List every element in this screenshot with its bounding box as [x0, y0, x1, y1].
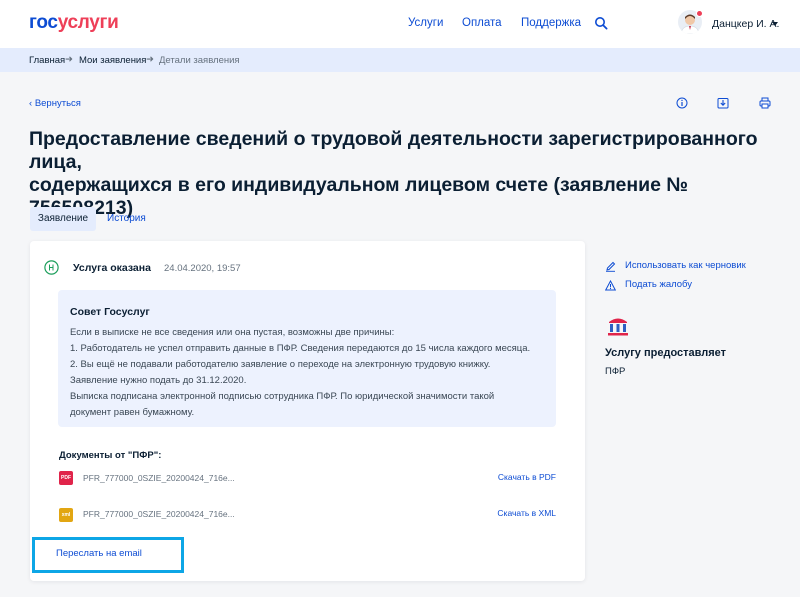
print-icon[interactable]	[759, 97, 771, 109]
advice-line: Выписка подписана электронной подписью с…	[70, 391, 495, 402]
warning-icon	[605, 280, 616, 291]
forward-email-button[interactable]: Переслать на email	[56, 548, 142, 559]
chevron-left-icon: ‹	[29, 98, 33, 109]
arrow-right-icon: ➜	[146, 54, 154, 65]
advice-line: Если в выписке не все сведения или она п…	[70, 327, 395, 338]
back-link[interactable]: ‹ Вернуться	[29, 98, 81, 109]
pencil-icon	[606, 261, 616, 272]
breadcrumb-my-applications[interactable]: Мои заявления	[79, 55, 146, 66]
user-name[interactable]: Данцкер И. А.	[712, 18, 779, 30]
download-pdf-link[interactable]: Скачать в PDF	[498, 472, 556, 482]
documents-title: Документы от "ПФР":	[59, 450, 162, 461]
advice-line: документ равен бумажному.	[70, 407, 195, 418]
document-name: PFR_777000_0SZIE_20200424_716e...	[83, 509, 235, 519]
provider-name: ПФР	[605, 366, 626, 377]
nav-payment[interactable]: Оплата	[462, 17, 502, 29]
application-card: Услуга оказана 24.04.2020, 19:57 Совет Г…	[30, 241, 585, 581]
nav-support[interactable]: Поддержка	[521, 17, 581, 29]
notification-dot	[696, 10, 703, 17]
gosuslugi-logo[interactable]: госуслуги	[29, 12, 119, 34]
pdf-file-icon: PDF	[59, 471, 73, 485]
status-label: Услуга оказана	[73, 262, 151, 274]
advice-line: 2. Вы ещё не подавали работодателю заявл…	[70, 359, 491, 370]
status-done-icon	[44, 260, 59, 275]
breadcrumb: Главная ➜ Мои заявления ➜ Детали заявлен…	[0, 48, 800, 72]
top-bar: госуслуги Услуги Оплата Поддержка Данцке…	[0, 0, 800, 48]
advice-title: Совет Госуслуг	[70, 306, 150, 318]
use-as-draft-link[interactable]: Использовать как черновик	[625, 260, 746, 271]
pfr-logo-icon	[608, 318, 628, 336]
download-xml-link[interactable]: Скачать в XML	[497, 508, 556, 518]
arrow-right-icon: ➜	[65, 54, 73, 65]
document-name: PFR_777000_0SZIE_20200424_716e...	[83, 473, 235, 483]
download-icon[interactable]	[717, 97, 729, 109]
breadcrumb-current: Детали заявления	[159, 55, 240, 66]
xml-file-icon: xml	[59, 508, 73, 522]
advice-line: 1. Работодатель не успел отправить данны…	[70, 343, 531, 354]
info-icon[interactable]	[676, 97, 688, 109]
file-complaint-link[interactable]: Подать жалобу	[625, 279, 692, 290]
advice-box: Совет Госуслуг Если в выписке не все све…	[58, 290, 556, 427]
nav-services[interactable]: Услуги	[408, 17, 443, 29]
advice-line: Заявление нужно подать до 31.12.2020.	[70, 375, 247, 386]
status-timestamp: 24.04.2020, 19:57	[164, 263, 241, 274]
breadcrumb-home[interactable]: Главная	[29, 55, 65, 66]
chevron-down-icon[interactable]	[772, 22, 778, 26]
provider-title: Услугу предоставляет	[605, 347, 727, 359]
tab-history[interactable]: История	[107, 207, 146, 231]
tab-application[interactable]: Заявление	[30, 207, 96, 231]
search-icon[interactable]	[594, 16, 608, 30]
